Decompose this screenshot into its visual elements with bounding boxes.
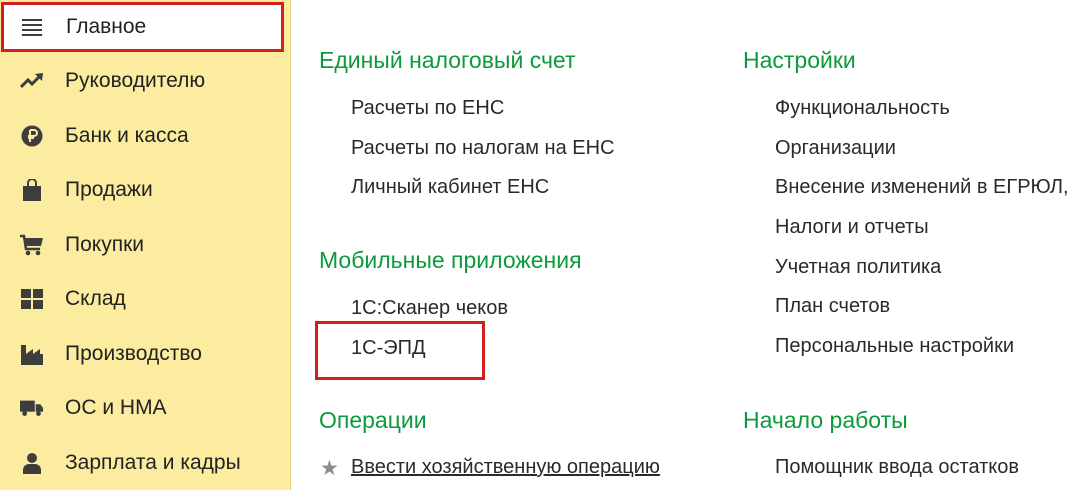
sidebar-item-label: Банк и касса (65, 124, 189, 147)
sidebar-item-label: Главное (66, 15, 147, 38)
section-title-start: Начало работы (743, 407, 908, 433)
link-organizations[interactable]: Организации (775, 137, 896, 160)
sidebar-item-label: Руководителю (65, 69, 206, 92)
cart-icon (20, 233, 44, 257)
sidebar-item-bank[interactable]: Банк и касса (0, 109, 290, 163)
sidebar-item-production[interactable]: Производство (0, 327, 290, 381)
sidebar-item-label: Продажи (65, 178, 153, 201)
link-personal-settings[interactable]: Персональные настройки (775, 335, 1014, 358)
ruble-coin-icon (20, 124, 44, 148)
sidebar-item-purchases[interactable]: Покупки (0, 218, 290, 272)
link-functionality[interactable]: Функциональность (775, 97, 950, 120)
shopping-bag-icon (20, 178, 44, 202)
truck-icon (20, 396, 44, 420)
link-chart-of-accounts[interactable]: План счетов (775, 295, 890, 318)
sidebar-item-sales[interactable]: Продажи (0, 163, 290, 217)
sidebar-item-manager[interactable]: Руководителю (0, 54, 290, 108)
link-enter-operation[interactable]: Ввести хозяйственную операцию (351, 456, 660, 479)
sidebar-item-warehouse[interactable]: Склад (0, 272, 290, 326)
section-title-settings: Настройки (743, 47, 856, 73)
link-egrul-changes[interactable]: Внесение изменений в ЕГРЮЛ, (775, 176, 1069, 199)
sidebar-item-label: Покупки (65, 233, 144, 256)
link-ens-tax-settlements[interactable]: Расчеты по налогам на ЕНС (351, 137, 614, 160)
person-icon (20, 451, 44, 475)
link-accounting-policy[interactable]: Учетная политика (775, 256, 941, 279)
link-ens-cabinet[interactable]: Личный кабинет ЕНС (351, 176, 549, 199)
sidebar: Главное Руководителю Банк и касса Продаж… (0, 0, 291, 490)
star-icon[interactable]: ★ (320, 456, 339, 481)
trend-icon (20, 69, 44, 93)
link-taxes-reports[interactable]: Налоги и отчеты (775, 216, 929, 239)
sidebar-item-label: Склад (65, 287, 126, 310)
link-receipt-scanner[interactable]: 1С:Сканер чеков (351, 297, 508, 320)
menu-icon[interactable] (20, 15, 44, 39)
section-title-operations: Операции (319, 407, 427, 433)
sidebar-item-main[interactable]: Главное (1, 2, 284, 52)
section-title-ens: Единый налоговый счет (319, 47, 576, 73)
link-balance-wizard[interactable]: Помощник ввода остатков (775, 456, 1019, 479)
sidebar-item-fixed-assets[interactable]: ОС и НМА (0, 381, 290, 435)
factory-icon (20, 342, 44, 366)
highlight-frame (315, 321, 485, 380)
section-title-mobile: Мобильные приложения (319, 247, 582, 273)
sidebar-item-label: ОС и НМА (65, 396, 167, 419)
sidebar-item-label: Производство (65, 342, 202, 365)
sidebar-item-payroll[interactable]: Зарплата и кадры (0, 436, 290, 490)
link-ens-settlements[interactable]: Расчеты по ЕНС (351, 97, 504, 120)
sidebar-item-label: Зарплата и кадры (65, 451, 241, 474)
warehouse-grid-icon (20, 287, 44, 311)
